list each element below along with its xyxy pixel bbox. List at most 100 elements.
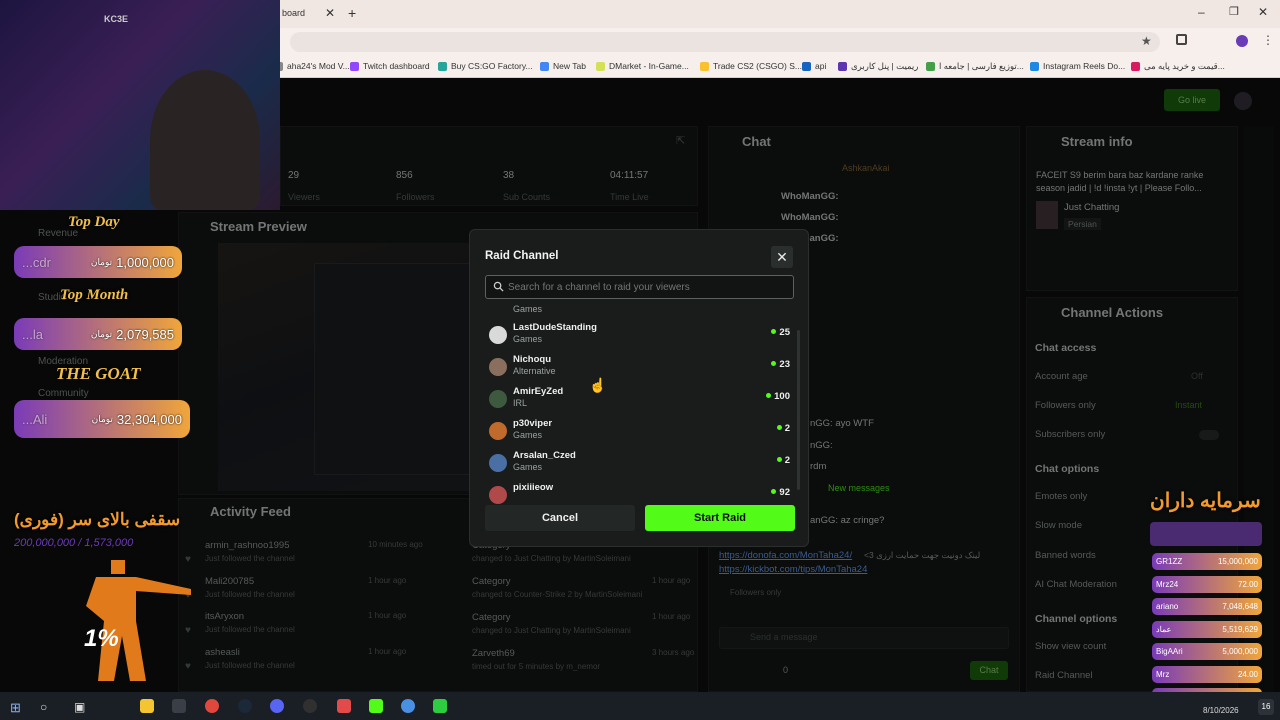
notification-badge[interactable]: 16: [1258, 699, 1274, 715]
bookmark-label: Trade CS2 (CSGO) S...: [713, 61, 802, 71]
discord-icon[interactable]: [270, 699, 284, 713]
kick-icon[interactable]: [369, 699, 383, 713]
menu-icon[interactable]: ⋮: [1262, 33, 1274, 47]
close-tab-icon[interactable]: ✕: [325, 6, 335, 20]
extensions-icon[interactable]: [1176, 34, 1187, 45]
bookmark-item[interactable]: توزیع فارسی | جامعه ا...: [926, 61, 1024, 72]
toman-label: تومان: [90, 256, 113, 267]
task-view-icon[interactable]: ▣: [74, 700, 85, 714]
top-day-bar: ...cdr تومان 1,000,000: [14, 246, 182, 278]
tab-title[interactable]: board: [282, 8, 305, 18]
list-scrollbar[interactable]: [797, 330, 800, 490]
raid-channel-row[interactable]: Nichoqu Alternative 23: [486, 352, 796, 384]
channel-name: pixiiieow: [513, 482, 554, 493]
soldier-silhouette-icon: [86, 560, 191, 681]
chrome-icon[interactable]: [205, 699, 219, 713]
donor-amount: 24.00: [1237, 669, 1258, 679]
raid-channel-row[interactable]: LastDudeStanding Games 25: [486, 320, 796, 352]
donor-amount: 7,048,648: [1222, 602, 1258, 611]
channel-name: LastDudeStanding: [513, 322, 597, 333]
live-dot-icon: [771, 489, 777, 494]
bookmark-favicon-icon: [802, 61, 811, 71]
bookmark-favicon-icon: [540, 61, 549, 71]
bookmark-item[interactable]: Trade CS2 (CSGO) S...: [700, 61, 802, 71]
start-raid-button[interactable]: Start Raid: [645, 505, 795, 531]
bookmark-star-icon[interactable]: ★: [1141, 34, 1152, 48]
top-month-name: ...la: [22, 326, 43, 342]
new-tab-icon[interactable]: +: [348, 5, 356, 21]
store-icon[interactable]: [172, 699, 186, 713]
bookmark-label: توزیع فارسی | جامعه ا...: [939, 61, 1024, 71]
obs-icon[interactable]: [303, 699, 317, 713]
bookmark-item[interactable]: Twitch dashboard: [350, 61, 430, 71]
modal-title: Raid Channel: [485, 250, 559, 262]
profile-avatar[interactable]: [1236, 35, 1248, 47]
bookmark-label: DMarket - In-Game...: [609, 61, 689, 71]
viewer-count: 2: [776, 455, 790, 466]
goal-percent: 1%: [84, 625, 119, 652]
top-donors-title: سرمایه داران: [1150, 490, 1261, 512]
bookmark-label: New Tab: [553, 61, 586, 71]
bookmark-favicon-icon: [926, 62, 935, 71]
donor-name: BigAAri: [1156, 647, 1183, 656]
viewer-count: 23: [771, 359, 790, 370]
donor-amount: 5,000,000: [1222, 647, 1258, 656]
windows-start-icon[interactable]: ⊞: [10, 700, 21, 716]
donor-row: BigAAri 5,000,000: [1152, 643, 1262, 660]
channel-avatar: [489, 390, 507, 408]
search-icon[interactable]: ○: [40, 700, 47, 714]
close-icon[interactable]: ✕: [771, 246, 793, 268]
donor-name: ariano: [1156, 602, 1179, 611]
taskbar-date[interactable]: 8/10/2026: [1203, 706, 1239, 715]
bookmark-item[interactable]: New Tab: [540, 61, 586, 71]
bookmark-item[interactable]: Instagram Reels Do...: [1030, 61, 1125, 71]
cancel-button[interactable]: Cancel: [485, 505, 635, 531]
donor-row: Mrz24 72.00: [1152, 575, 1262, 593]
viewer-count-value: 2: [784, 423, 790, 434]
viewer-count: 92: [771, 487, 790, 498]
raid-channel-row[interactable]: p30viper Games 2: [486, 416, 796, 448]
steam-icon[interactable]: [238, 699, 252, 713]
top-day-title: Top Day: [68, 214, 120, 230]
minimize-icon[interactable]: –: [1198, 5, 1205, 19]
channel-name: AmirEyZed: [513, 386, 564, 397]
file-explorer-icon[interactable]: [140, 699, 154, 713]
bookmark-item[interactable]: Buy CS:GO Factory...: [438, 61, 533, 71]
top-month-bar: ...la تومان 2,079,585: [14, 318, 182, 350]
channel-name: Nichoqu: [513, 354, 551, 365]
channel-avatar: [489, 422, 507, 440]
bookmark-label: Instagram Reels Do...: [1043, 61, 1126, 71]
bookmark-label: قیمت و خرید پایه می...: [1144, 61, 1225, 71]
close-window-icon[interactable]: ✕: [1258, 5, 1268, 19]
donor-row: GR1ZZ 15,000,000: [1152, 553, 1262, 570]
streamer-figure: [150, 70, 260, 210]
partial-row-category: Games: [513, 304, 543, 314]
restore-icon[interactable]: ❐: [1229, 5, 1239, 18]
channel-search-input[interactable]: [485, 275, 794, 299]
viewer-count-value: 25: [779, 327, 790, 338]
app-icon[interactable]: [433, 699, 447, 713]
donor-name: عماد: [1156, 624, 1172, 634]
taskbar: [0, 692, 1280, 720]
channel-avatar: [489, 454, 507, 472]
live-dot-icon: [771, 361, 777, 366]
channel-avatar: [489, 326, 507, 344]
bookmark-favicon-icon: [1030, 61, 1039, 71]
raid-channel-row[interactable]: Arsalan_Czed Games 2: [486, 448, 796, 480]
viewer-count: 25: [771, 327, 790, 338]
bookmark-item[interactable]: ریمیت | پنل کاربری: [838, 61, 918, 72]
bookmark-item[interactable]: قیمت و خرید پایه می...: [1131, 61, 1225, 72]
viewer-count: 100: [766, 391, 790, 402]
channel-category: Games: [513, 462, 543, 472]
channel-category: Games: [513, 430, 543, 440]
live-dot-icon: [776, 457, 782, 462]
raid-channel-row[interactable]: AmirEyZed IRL 100: [486, 384, 796, 416]
address-field[interactable]: [290, 32, 1160, 52]
bookmark-item[interactable]: api: [802, 61, 826, 71]
bookmark-item[interactable]: aha24's Mod V...: [274, 61, 350, 71]
donor-name: GR1ZZ: [1156, 557, 1183, 566]
bookmark-item[interactable]: DMarket - In-Game...: [596, 61, 689, 71]
bookmark-favicon-icon: [700, 61, 709, 71]
app-icon[interactable]: [401, 699, 415, 713]
app-icon[interactable]: [337, 699, 351, 713]
